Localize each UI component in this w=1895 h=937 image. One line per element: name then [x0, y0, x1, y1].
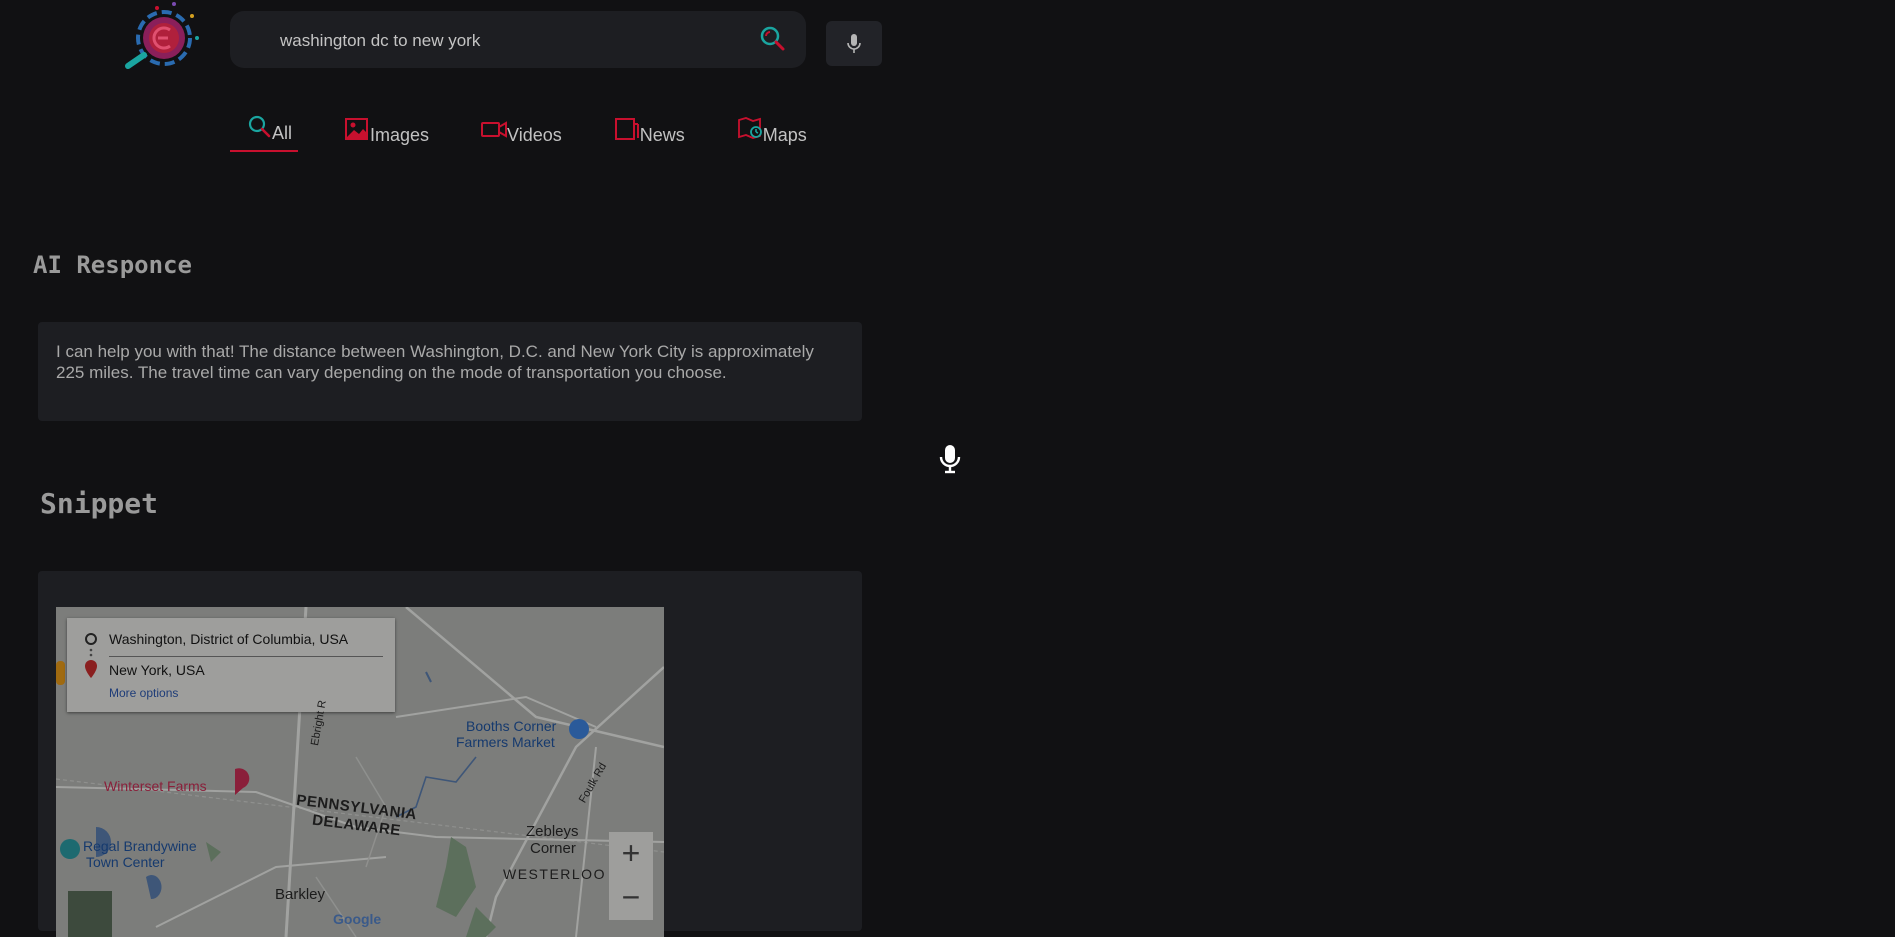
- map-label-westerloo: WESTERLOO: [503, 866, 606, 882]
- more-options-link[interactable]: More options: [109, 686, 178, 700]
- logo-icon: [125, 2, 199, 69]
- microphone-icon: [939, 445, 961, 474]
- map-label-regal[interactable]: Regal Brandywine: [83, 838, 197, 854]
- tab-label: Images: [370, 125, 430, 145]
- tab-images[interactable]: Images: [328, 112, 435, 152]
- ai-response-text: I can help you with that! The distance b…: [56, 342, 814, 382]
- tab-news[interactable]: News: [598, 112, 691, 152]
- map-label-booths-market[interactable]: Farmers Market: [456, 734, 555, 750]
- map-zoom-in-button[interactable]: +: [609, 832, 653, 876]
- search-button[interactable]: [758, 25, 786, 53]
- map-zoom-out-button[interactable]: −: [609, 876, 653, 920]
- search-tabs: All Images Videos News Maps: [230, 112, 843, 152]
- voice-search-button[interactable]: [826, 21, 882, 66]
- map-label-booths[interactable]: Booths Corner: [466, 718, 556, 734]
- video-camera-icon: [481, 121, 508, 138]
- map-label-barkley: Barkley: [275, 886, 326, 903]
- tab-maps[interactable]: Maps: [721, 112, 813, 152]
- map-label-regal-town[interactable]: Town Center: [86, 854, 165, 870]
- map-label-zebleys: Zebleys: [526, 823, 579, 840]
- route-destination[interactable]: New York, USA: [109, 662, 205, 678]
- google-logo: Google: [333, 911, 382, 927]
- tab-label: All: [272, 123, 293, 143]
- search-box: [230, 11, 806, 70]
- ai-response-box: I can help you with that! The distance b…: [38, 322, 862, 421]
- news-icon: [614, 118, 639, 140]
- microphone-icon: [847, 33, 861, 53]
- map-label-winterset[interactable]: Winterset Farms: [104, 778, 207, 794]
- floating-voice-button[interactable]: [937, 443, 963, 475]
- search-input[interactable]: [278, 11, 742, 70]
- search-icon: [248, 115, 271, 138]
- route-markers-icon: [85, 633, 97, 678]
- route-origin[interactable]: Washington, District of Columbia, USA: [109, 631, 348, 647]
- tab-videos[interactable]: Videos: [465, 112, 568, 152]
- tab-label: Videos: [507, 125, 562, 145]
- snippet-title: Snippet: [40, 487, 159, 520]
- embedded-map[interactable]: Washington, District of Columbia, USA Ne…: [56, 607, 664, 937]
- directions-divider: [109, 656, 383, 657]
- tab-all[interactable]: All: [230, 112, 299, 152]
- map-icon: [737, 117, 762, 139]
- directions-panel: Washington, District of Columbia, USA Ne…: [67, 618, 395, 712]
- logo[interactable]: [122, 0, 204, 70]
- ai-response-title: AI Responce: [33, 251, 192, 279]
- map-label-zebleys-corner: Corner: [530, 840, 576, 857]
- image-icon: [345, 118, 369, 140]
- tab-label: News: [639, 125, 685, 145]
- tab-label: Maps: [762, 125, 807, 145]
- search-icon: [760, 26, 785, 51]
